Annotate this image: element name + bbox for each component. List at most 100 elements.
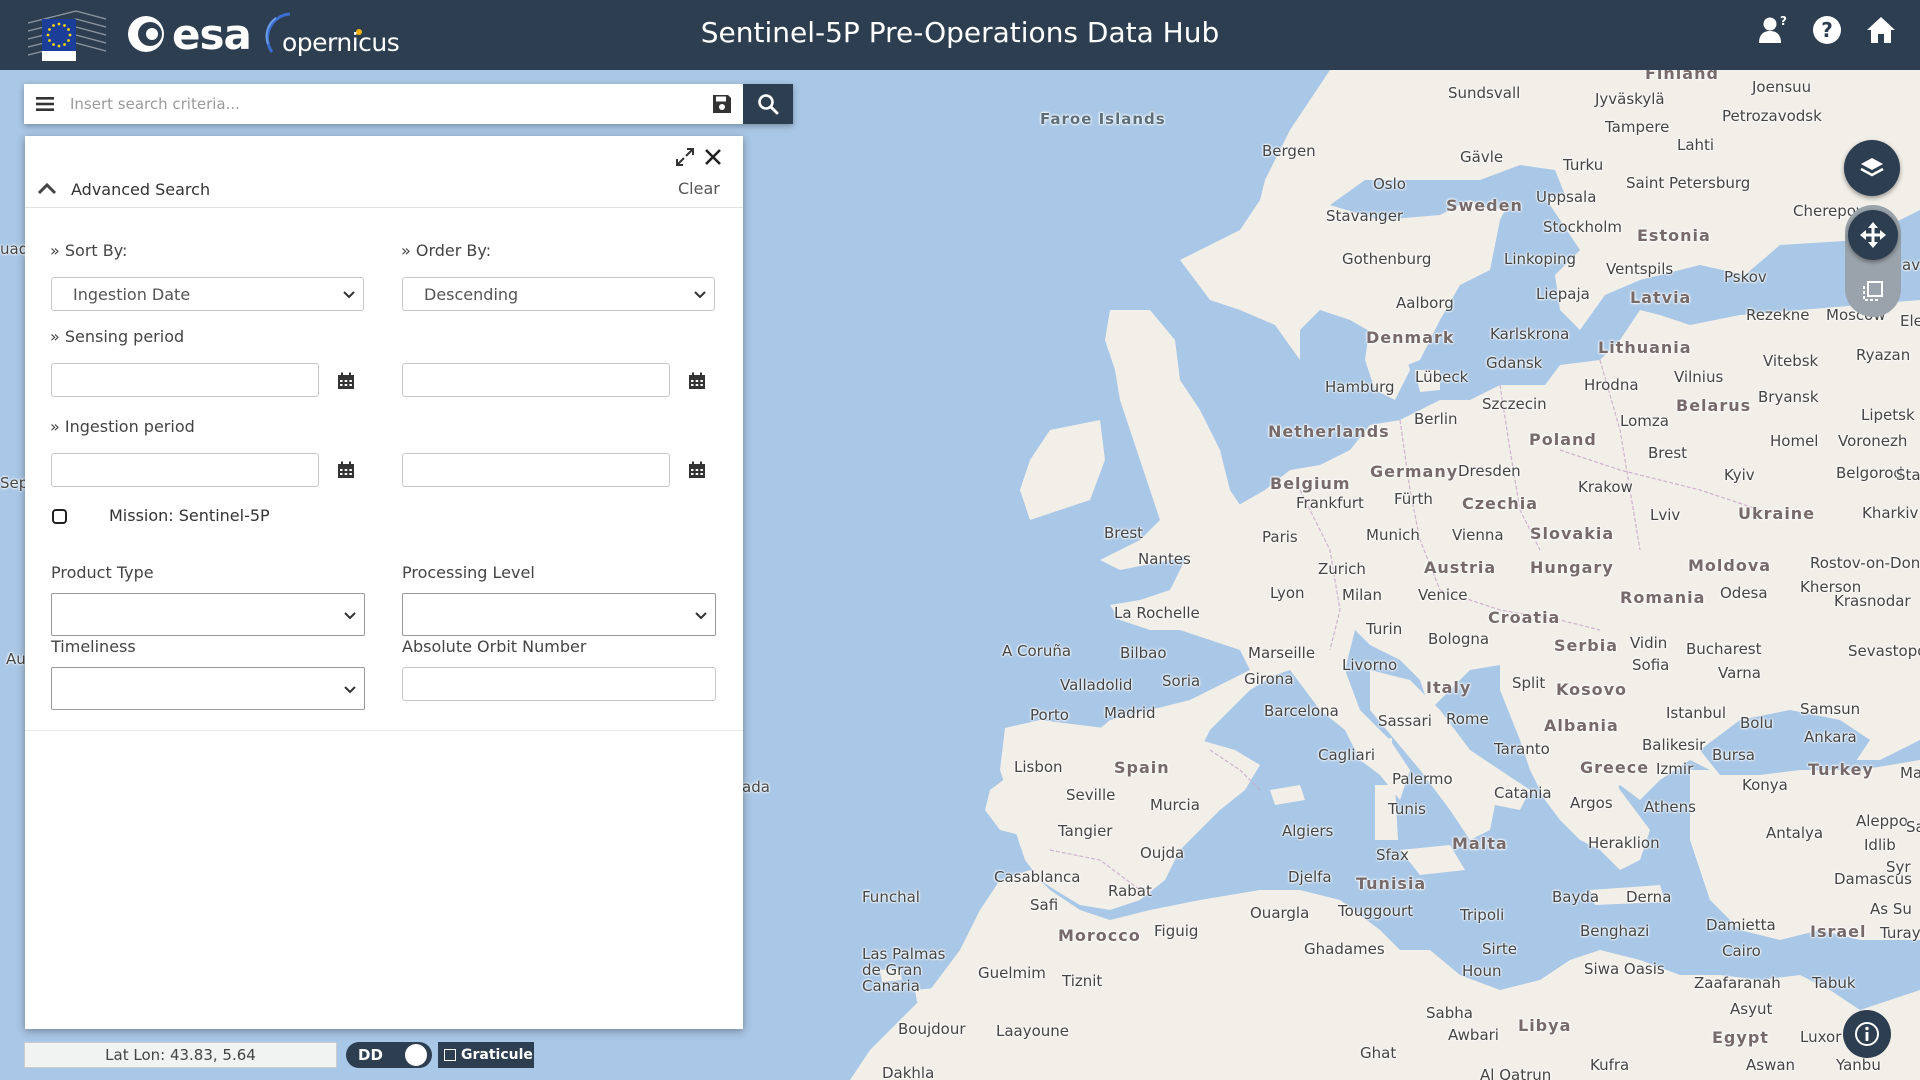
search-input[interactable] xyxy=(66,85,701,123)
map-label-rome: Rome xyxy=(1446,710,1489,728)
map-label-siwa-oasis: Siwa Oasis xyxy=(1584,960,1665,978)
calendar-icon[interactable] xyxy=(336,460,356,480)
info-button[interactable] xyxy=(1843,1010,1891,1058)
map-label-petrozavodsk: Petrozavodsk xyxy=(1722,107,1822,125)
search-button[interactable] xyxy=(743,84,793,124)
map-label-belgorod: Belgorod xyxy=(1836,464,1903,482)
map-label-paris: Paris xyxy=(1262,528,1298,546)
map-label-murcia: Murcia xyxy=(1150,796,1200,814)
order-by-select[interactable]: Descending xyxy=(402,277,715,311)
map-label-asyut: Asyut xyxy=(1730,1000,1773,1018)
chevron-down-icon xyxy=(344,612,356,620)
map-label-voronezh: Voronezh xyxy=(1838,432,1908,450)
map-label-croatia: Croatia xyxy=(1488,608,1561,627)
map-label-ghat: Ghat xyxy=(1360,1044,1397,1062)
calendar-icon[interactable] xyxy=(687,460,707,480)
map-label-rabat: Rabat xyxy=(1108,882,1152,900)
chevron-down-icon xyxy=(695,612,707,620)
graticule-toggle[interactable]: Graticule xyxy=(438,1042,534,1068)
graticule-label: Graticule xyxy=(461,1047,533,1063)
map-label-hungary: Hungary xyxy=(1530,558,1614,577)
ingestion-end-input[interactable] xyxy=(402,453,670,487)
chevron-down-icon xyxy=(694,291,706,299)
map-label-barcelona: Barcelona xyxy=(1264,702,1339,720)
map-label-sassari: Sassari xyxy=(1378,712,1432,730)
close-icon[interactable] xyxy=(702,146,724,168)
map-label-al-qatrun: Al Qatrun xyxy=(1480,1066,1552,1080)
calendar-icon[interactable] xyxy=(687,371,707,391)
map-label-bergen: Bergen xyxy=(1262,142,1316,160)
map-label-izmir: Izmir xyxy=(1656,760,1694,778)
chevron-up-icon[interactable] xyxy=(37,180,57,196)
map-label-ma: Ma xyxy=(1900,764,1920,782)
map-label-hamburg: Hamburg xyxy=(1325,378,1395,396)
ingestion-period-label: » Ingestion period xyxy=(50,417,195,436)
map-label-athens: Athens xyxy=(1644,798,1696,816)
map-label-turay: Turay xyxy=(1880,924,1920,942)
map-label-aleppo: Aleppo xyxy=(1856,812,1908,830)
sort-by-select[interactable]: Ingestion Date xyxy=(51,277,364,311)
map-label-slovakia: Slovakia xyxy=(1530,524,1615,543)
sensing-end-input[interactable] xyxy=(402,363,670,397)
sensing-start-input[interactable] xyxy=(51,363,319,397)
map-label-split: Split xyxy=(1512,674,1546,692)
map-label-heraklion: Heraklion xyxy=(1588,834,1660,852)
map-label-la-rochelle: La Rochelle xyxy=(1114,604,1200,622)
chevron-down-icon xyxy=(343,291,355,299)
map-label-greece: Greece xyxy=(1580,758,1650,777)
pan-button[interactable] xyxy=(1848,210,1898,260)
user-help-button[interactable]: ? xyxy=(1756,13,1790,47)
map-label-porto: Porto xyxy=(1030,706,1069,724)
map-label-netherlands: Netherlands xyxy=(1268,422,1390,441)
processing-level-select[interactable] xyxy=(402,593,716,636)
advanced-search-title: Advanced Search xyxy=(71,180,211,199)
map-label-homel: Homel xyxy=(1770,432,1819,450)
product-type-select[interactable] xyxy=(51,593,365,636)
map-label-safi: Safi xyxy=(1030,896,1059,914)
map-label-derna: Derna xyxy=(1626,888,1672,906)
dd-toggle[interactable]: DD xyxy=(346,1042,432,1068)
map-label-ele: Ele xyxy=(1900,312,1920,330)
graticule-checkbox[interactable] xyxy=(444,1049,456,1061)
map-label-boujdour: Boujdour xyxy=(898,1020,966,1038)
layers-button[interactable] xyxy=(1844,140,1900,196)
expand-icon[interactable] xyxy=(674,146,696,168)
home-button[interactable] xyxy=(1864,13,1898,47)
map-label-rostov: Rostov-on-Don xyxy=(1810,554,1920,572)
map-label-rezekne: Rezekne xyxy=(1746,306,1810,324)
map-label-lyon: Lyon xyxy=(1270,584,1305,602)
map-label-saint-petersburg: Saint Petersburg xyxy=(1626,174,1751,192)
map-label-bryansk: Bryansk xyxy=(1758,388,1819,406)
map-label-pskov: Pskov xyxy=(1724,268,1767,286)
map-label-tripoli: Tripoli xyxy=(1460,906,1505,924)
map-label-tabuk: Tabuk xyxy=(1812,974,1856,992)
map-label-latvia: Latvia xyxy=(1630,288,1692,307)
map-label-dakhla: Dakhla xyxy=(882,1064,935,1080)
select-area-button[interactable] xyxy=(1848,266,1898,316)
map-label-germany: Germany xyxy=(1370,462,1459,481)
calendar-icon[interactable] xyxy=(336,371,356,391)
sort-by-value: Ingestion Date xyxy=(73,285,191,304)
map-label-sofia: Sofia xyxy=(1632,656,1670,674)
map-label-egypt: Egypt xyxy=(1712,1028,1769,1047)
orbit-number-input[interactable] xyxy=(402,667,716,701)
map-label-bolu: Bolu xyxy=(1740,714,1774,732)
map-label-poland: Poland xyxy=(1529,430,1597,449)
menu-icon xyxy=(36,97,54,111)
order-by-label: » Order By: xyxy=(401,241,492,260)
map-label-ada: ada xyxy=(742,778,770,796)
map-label-palermo: Palermo xyxy=(1392,770,1453,788)
help-button[interactable]: ? xyxy=(1810,13,1844,47)
ingestion-start-input[interactable] xyxy=(51,453,319,487)
timeliness-select[interactable] xyxy=(51,667,365,710)
mission-sentinel-5p-checkbox[interactable] xyxy=(52,509,67,524)
map-label-antalya: Antalya xyxy=(1766,824,1824,842)
menu-button[interactable] xyxy=(24,84,66,124)
save-search-button[interactable] xyxy=(701,84,743,124)
app-header: esa opernicus Sentinel-5P Pre-Operations… xyxy=(0,0,1920,70)
map-label-soria: Soria xyxy=(1162,672,1201,690)
map-label-cairo: Cairo xyxy=(1722,942,1761,960)
map-label-sundsvall: Sundsvall xyxy=(1448,84,1521,102)
esa-logo: esa xyxy=(126,10,252,59)
clear-button[interactable]: Clear xyxy=(678,179,720,198)
